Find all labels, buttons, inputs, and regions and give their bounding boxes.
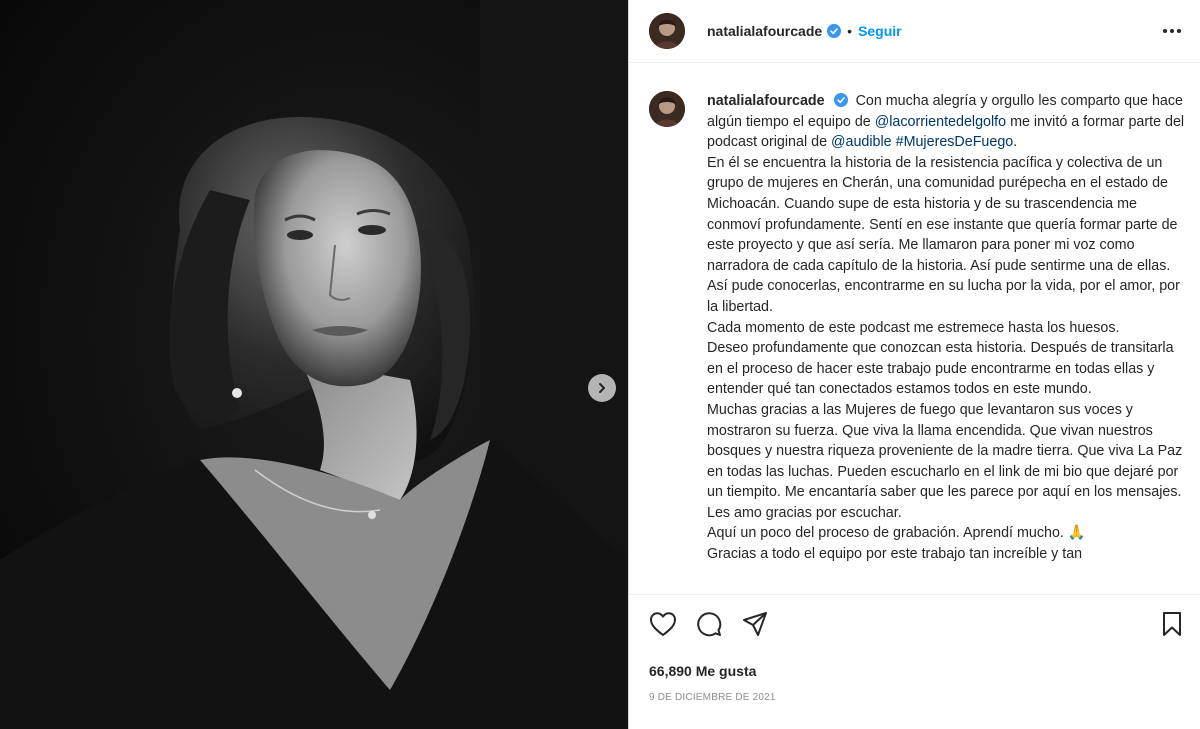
likes-count[interactable]: 66,890 Me gusta [649,663,1186,679]
avatar-image [649,91,685,127]
post-date[interactable]: 9 DE DICIEMBRE DE 2021 [649,692,1186,703]
caption-text: . [1013,134,1018,151]
caption-username-link[interactable]: natalialafourcade [707,93,825,109]
caption-paragraph: Muchas gracias a las Mujeres de fuego qu… [707,401,1183,521]
verified-badge-icon [833,93,848,107]
avatar[interactable] [649,13,685,49]
post-caption: natalialafourcade Con mucha alegría y or… [707,91,1190,594]
next-photo-button[interactable] [588,374,616,402]
caption-avatar[interactable] [649,91,685,127]
separator-dot: • [847,23,853,39]
mention-link[interactable]: @audible [831,134,892,150]
more-options-button[interactable] [1160,19,1184,43]
follow-button[interactable]: Seguir [858,23,902,39]
post-photo [0,0,628,729]
instagram-post: natalialafourcade • Seguir natalialafour… [0,0,1200,729]
mention-link[interactable]: @lacorrientedelgolfo [875,114,1006,130]
bookmark-icon [1163,612,1181,636]
username-link[interactable]: natalialafourcade [707,23,822,39]
more-options-icon [1163,29,1181,33]
post-actions-area: 66,890 Me gusta 9 DE DICIEMBRE DE 2021 [629,594,1200,729]
heart-icon [650,612,676,636]
verified-badge-icon [827,24,842,38]
caption-paragraph: Cada momento de este podcast me estremec… [707,319,1120,336]
post-header: natalialafourcade • Seguir [629,0,1200,63]
chevron-right-icon [599,383,605,393]
avatar-image [649,13,685,49]
action-bar [649,595,1186,653]
like-button[interactable] [649,610,677,638]
comments-section: natalialafourcade Con mucha alegría y or… [629,63,1200,594]
comment-button[interactable] [695,610,723,638]
comment-icon [697,612,722,637]
caption-paragraph: Deseo profundamente que conozcan esta hi… [707,340,1174,398]
post-media [0,0,628,729]
hashtag-link[interactable]: #MujeresDeFuego [896,134,1014,150]
caption-paragraph: Aquí un poco del proceso de grabación. A… [707,525,1086,542]
share-icon [743,612,767,636]
caption-paragraph: Gracias a todo el equipo por este trabaj… [707,546,1083,563]
caption-paragraph: En él se encuentra la historia de la res… [707,154,1180,315]
share-button[interactable] [741,610,769,638]
post-details-panel: natalialafourcade • Seguir natalialafour… [628,0,1200,729]
save-button[interactable] [1158,610,1186,638]
